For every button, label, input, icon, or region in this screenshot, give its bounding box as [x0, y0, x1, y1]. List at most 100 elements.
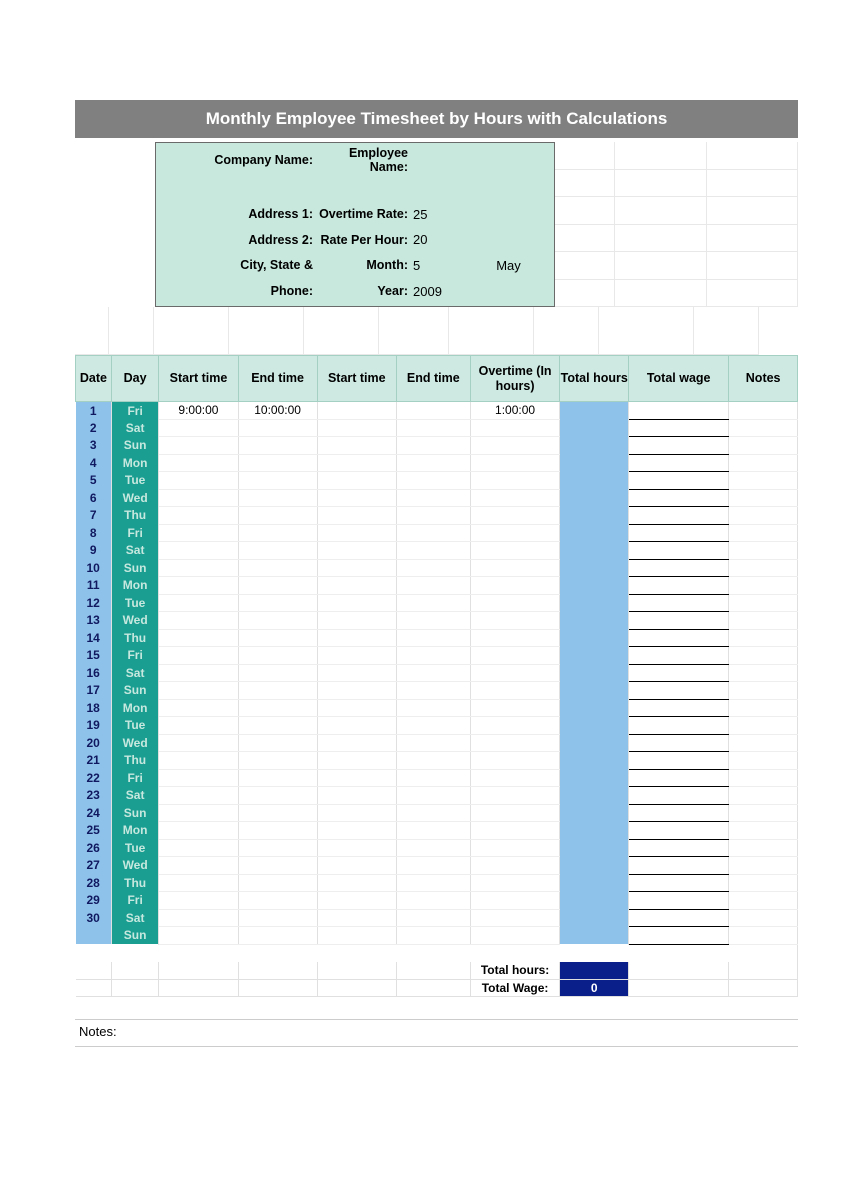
year-value[interactable]: 2009: [411, 278, 461, 304]
end2-cell[interactable]: [396, 734, 470, 752]
start2-cell[interactable]: [317, 612, 396, 630]
start2-cell[interactable]: [317, 804, 396, 822]
overtime-cell[interactable]: 1:00:00: [470, 402, 560, 420]
notes-cell[interactable]: [729, 437, 798, 455]
notes-cell[interactable]: [729, 909, 798, 927]
start2-cell[interactable]: [317, 489, 396, 507]
overtime-cell[interactable]: [470, 664, 560, 682]
overtime-cell[interactable]: [470, 734, 560, 752]
end2-cell[interactable]: [396, 804, 470, 822]
notes-cell[interactable]: [729, 787, 798, 805]
start2-cell[interactable]: [317, 874, 396, 892]
start1-cell[interactable]: [159, 612, 238, 630]
end2-cell[interactable]: [396, 874, 470, 892]
start2-cell[interactable]: [317, 577, 396, 595]
start2-cell[interactable]: [317, 734, 396, 752]
start2-cell[interactable]: [317, 682, 396, 700]
overtime-cell[interactable]: [470, 647, 560, 665]
start1-cell[interactable]: [159, 577, 238, 595]
start2-cell[interactable]: [317, 927, 396, 945]
end2-cell[interactable]: [396, 752, 470, 770]
notes-cell[interactable]: [729, 489, 798, 507]
notes-cell[interactable]: [729, 454, 798, 472]
overtime-cell[interactable]: [470, 524, 560, 542]
end1-cell[interactable]: [238, 874, 317, 892]
notes-section[interactable]: Notes:: [75, 1019, 798, 1047]
end2-cell[interactable]: [396, 559, 470, 577]
notes-cell[interactable]: [729, 524, 798, 542]
overtime-cell[interactable]: [470, 489, 560, 507]
notes-cell[interactable]: [729, 577, 798, 595]
start2-cell[interactable]: [317, 559, 396, 577]
end2-cell[interactable]: [396, 419, 470, 437]
overtime-cell[interactable]: [470, 804, 560, 822]
notes-cell[interactable]: [729, 629, 798, 647]
start1-cell[interactable]: [159, 752, 238, 770]
notes-cell[interactable]: [729, 857, 798, 875]
start1-cell[interactable]: [159, 717, 238, 735]
start2-cell[interactable]: [317, 769, 396, 787]
end1-cell[interactable]: [238, 857, 317, 875]
end1-cell[interactable]: [238, 664, 317, 682]
start2-cell[interactable]: [317, 594, 396, 612]
start1-cell[interactable]: 9:00:00: [159, 402, 238, 420]
overtime-cell[interactable]: [470, 454, 560, 472]
start1-cell[interactable]: [159, 472, 238, 490]
overtime-cell[interactable]: [470, 559, 560, 577]
overtime-cell[interactable]: [470, 507, 560, 525]
end2-cell[interactable]: [396, 472, 470, 490]
notes-cell[interactable]: [729, 612, 798, 630]
end1-cell[interactable]: [238, 559, 317, 577]
start1-cell[interactable]: [159, 804, 238, 822]
end2-cell[interactable]: [396, 542, 470, 560]
end2-cell[interactable]: [396, 594, 470, 612]
overtime-cell[interactable]: [470, 437, 560, 455]
start1-cell[interactable]: [159, 839, 238, 857]
notes-cell[interactable]: [729, 892, 798, 910]
overtime-cell[interactable]: [470, 822, 560, 840]
start2-cell[interactable]: [317, 402, 396, 420]
end2-cell[interactable]: [396, 489, 470, 507]
ot-rate-value[interactable]: 25: [411, 201, 461, 227]
notes-cell[interactable]: [729, 752, 798, 770]
overtime-cell[interactable]: [470, 542, 560, 560]
end1-cell[interactable]: [238, 804, 317, 822]
start1-cell[interactable]: [159, 699, 238, 717]
notes-cell[interactable]: [729, 822, 798, 840]
end2-cell[interactable]: [396, 769, 470, 787]
end2-cell[interactable]: [396, 402, 470, 420]
notes-cell[interactable]: [729, 717, 798, 735]
notes-cell[interactable]: [729, 927, 798, 945]
start2-cell[interactable]: [317, 437, 396, 455]
notes-cell[interactable]: [729, 647, 798, 665]
start1-cell[interactable]: [159, 419, 238, 437]
start1-cell[interactable]: [159, 594, 238, 612]
start1-cell[interactable]: [159, 507, 238, 525]
start2-cell[interactable]: [317, 472, 396, 490]
end1-cell[interactable]: [238, 472, 317, 490]
notes-cell[interactable]: [729, 839, 798, 857]
end2-cell[interactable]: [396, 682, 470, 700]
start2-cell[interactable]: [317, 699, 396, 717]
start2-cell[interactable]: [317, 524, 396, 542]
start1-cell[interactable]: [159, 524, 238, 542]
rate-hour-value[interactable]: 20: [411, 227, 461, 253]
start2-cell[interactable]: [317, 839, 396, 857]
end1-cell[interactable]: [238, 909, 317, 927]
overtime-cell[interactable]: [470, 612, 560, 630]
start1-cell[interactable]: [159, 454, 238, 472]
overtime-cell[interactable]: [470, 874, 560, 892]
end2-cell[interactable]: [396, 699, 470, 717]
end2-cell[interactable]: [396, 629, 470, 647]
end1-cell[interactable]: [238, 699, 317, 717]
overtime-cell[interactable]: [470, 577, 560, 595]
start1-cell[interactable]: [159, 647, 238, 665]
end2-cell[interactable]: [396, 892, 470, 910]
end1-cell[interactable]: [238, 629, 317, 647]
notes-cell[interactable]: [729, 804, 798, 822]
end2-cell[interactable]: [396, 927, 470, 945]
end2-cell[interactable]: [396, 524, 470, 542]
end2-cell[interactable]: [396, 454, 470, 472]
start1-cell[interactable]: [159, 857, 238, 875]
start1-cell[interactable]: [159, 892, 238, 910]
